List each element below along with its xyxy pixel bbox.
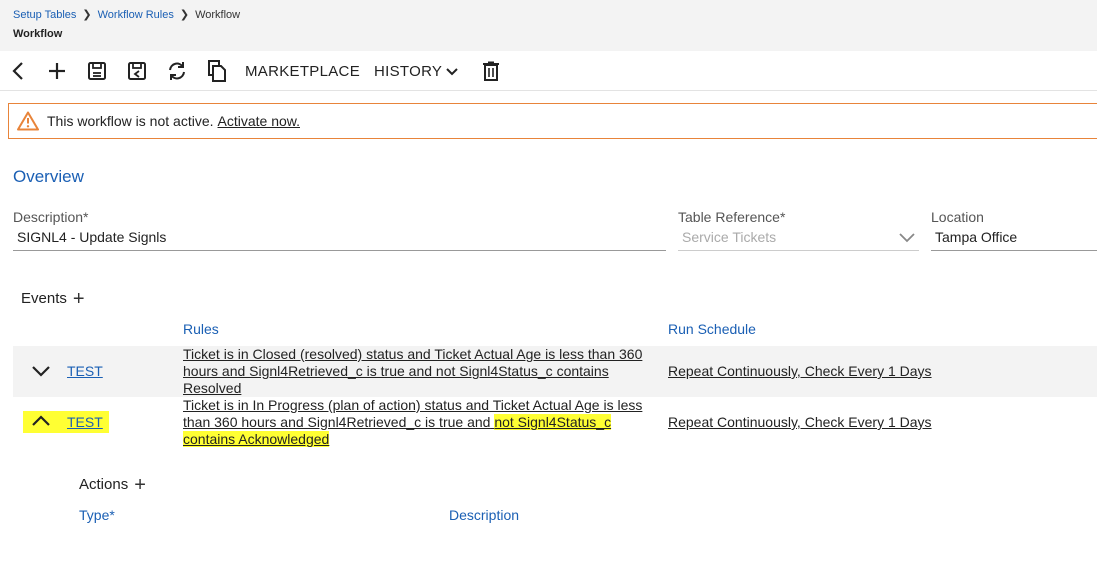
actions-header: Actions + <box>79 475 146 495</box>
breadcrumb-workflow-rules[interactable]: Workflow Rules <box>98 9 174 21</box>
event-schedule-link[interactable]: Repeat Continuously, Check Every 1 Days <box>668 414 932 430</box>
table-reference-select[interactable]: Service Tickets <box>682 229 776 245</box>
event-row: TEST Ticket is in In Progress (plan of a… <box>13 397 1097 448</box>
event-schedule-link[interactable]: Repeat Continuously, Check Every 1 Days <box>668 363 932 379</box>
breadcrumb-setup-tables[interactable]: Setup Tables <box>13 9 76 21</box>
add-action-plus-icon[interactable]: + <box>134 475 146 495</box>
event-name-link[interactable]: TEST <box>67 363 103 379</box>
event-rule-text[interactable]: Ticket is in In Progress (plan of action… <box>183 397 653 448</box>
table-reference-underline <box>678 250 919 251</box>
type-column-header: Type* <box>79 507 115 523</box>
page-title: Workflow <box>13 28 63 40</box>
table-reference-label: Table Reference* <box>678 209 786 225</box>
chevron-down-icon[interactable] <box>899 233 915 243</box>
add-event-plus-icon[interactable]: + <box>73 289 85 309</box>
refresh-icon[interactable] <box>166 60 188 82</box>
history-label: HISTORY <box>374 63 443 80</box>
event-name-link[interactable]: TEST <box>67 414 103 430</box>
history-dropdown[interactable]: HISTORY <box>374 63 458 80</box>
chevron-down-icon <box>446 67 458 75</box>
plus-icon[interactable] <box>46 60 68 82</box>
alert-message: This workflow is not active. <box>47 113 214 129</box>
rules-column-header: Rules <box>183 321 219 337</box>
overview-title: Overview <box>13 167 84 186</box>
description-field[interactable]: SIGNL4 - Update Signls <box>17 229 166 245</box>
breadcrumb: Setup Tables ❯ Workflow Rules ❯ Workflow <box>13 8 241 22</box>
actions-label: Actions <box>79 476 129 493</box>
toolbar: MARKETPLACE HISTORY <box>0 51 1097 91</box>
activate-now-link[interactable]: Activate now. <box>218 113 301 129</box>
description-column-header: Description <box>449 507 520 523</box>
run-schedule-column-header: Run Schedule <box>668 321 756 337</box>
warning-icon <box>17 111 39 131</box>
chevron-up-icon[interactable] <box>31 414 51 428</box>
breadcrumb-current: Workflow <box>195 8 241 21</box>
trash-icon[interactable] <box>480 60 502 82</box>
location-field[interactable]: Tampa Office <box>935 229 1017 245</box>
location-underline <box>931 250 1097 251</box>
header-bar: Setup Tables ❯ Workflow Rules ❯ Workflow… <box>0 0 1097 51</box>
event-rule-text[interactable]: Ticket is in Closed (resolved) status an… <box>183 346 653 397</box>
breadcrumb-separator-icon: ❯ <box>179 9 190 21</box>
chevron-down-icon[interactable] <box>31 364 51 378</box>
breadcrumb-separator-icon: ❯ <box>82 9 92 21</box>
copy-icon[interactable] <box>206 60 228 82</box>
event-row: TEST Ticket is in Closed (resolved) stat… <box>13 346 1097 397</box>
marketplace-button[interactable]: MARKETPLACE <box>245 63 360 80</box>
save-close-icon[interactable] <box>126 60 148 82</box>
events-header: Events + <box>21 289 85 309</box>
inactive-alert: This workflow is not active. Activate no… <box>8 103 1097 139</box>
description-underline <box>13 250 666 251</box>
chevron-left-icon[interactable] <box>7 60 29 82</box>
description-label: Description* <box>13 209 89 225</box>
save-icon[interactable] <box>86 60 108 82</box>
location-label: Location <box>931 209 984 225</box>
events-label: Events <box>21 290 67 307</box>
